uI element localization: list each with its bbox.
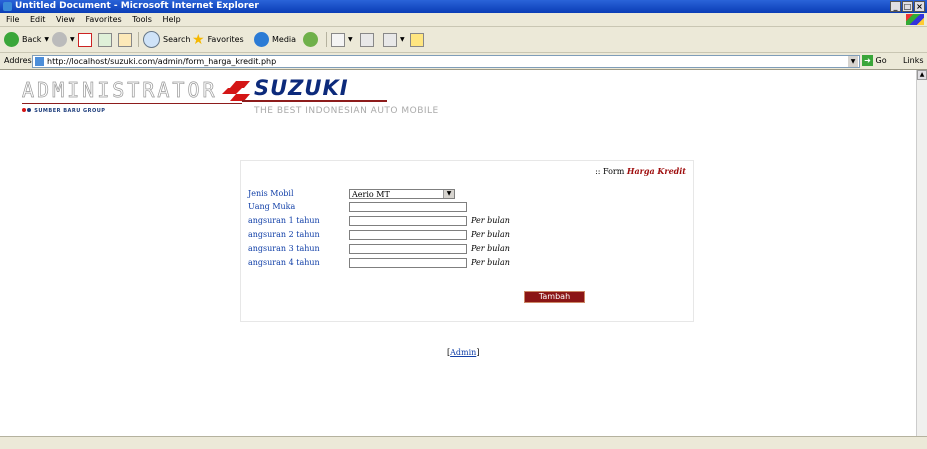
header-line-accent xyxy=(242,100,387,102)
harga-kredit-form: :: Form Harga Kredit Jenis Mobil Aerio M… xyxy=(240,160,694,322)
favorites-label: Favorites xyxy=(207,35,244,44)
form-row: Jenis Mobil Aerio MT ▼ xyxy=(248,188,688,200)
menu-view[interactable]: View xyxy=(56,15,75,24)
search-icon xyxy=(143,31,160,48)
form-header: :: Form Harga Kredit xyxy=(595,166,686,176)
field-label: angsuran 3 tahun xyxy=(248,244,320,253)
form-row: angsuran 4 tahun Per bulan xyxy=(248,257,688,269)
search-button[interactable]: Search xyxy=(143,31,190,48)
status-bar xyxy=(0,436,927,449)
admin-link[interactable]: Admin xyxy=(450,348,476,357)
stop-icon[interactable] xyxy=(78,32,92,47)
admin-bracket-close: ] xyxy=(476,348,480,357)
header-line xyxy=(22,103,242,104)
history-icon[interactable] xyxy=(303,32,318,47)
links-button[interactable]: Links xyxy=(903,53,924,69)
toolbar-separator xyxy=(138,32,139,47)
address-url: http://localhost/suzuki.com/admin/form_h… xyxy=(47,57,277,66)
tagline: THE BEST INDONESIAN AUTO MOBILE xyxy=(254,106,439,116)
group-logo: SUMBER BARU GROUP xyxy=(22,108,105,114)
media-icon xyxy=(254,32,269,47)
edit-dropdown-icon: ▼ xyxy=(400,36,405,43)
refresh-icon[interactable] xyxy=(98,32,112,47)
back-button[interactable]: Back ▼ xyxy=(4,31,49,48)
forward-dropdown-icon: ▼ xyxy=(70,36,75,43)
angsuran-3-input[interactable] xyxy=(349,244,467,254)
forward-button[interactable]: ▼ xyxy=(52,31,75,48)
jenis-mobil-select[interactable]: Aerio MT ▼ xyxy=(349,189,455,199)
scroll-up-icon[interactable]: ▲ xyxy=(917,70,927,80)
per-bulan-label: Per bulan xyxy=(471,244,510,253)
field-label: Uang Muka xyxy=(248,202,296,211)
suzuki-brand: SUZUKI xyxy=(254,76,349,100)
field-label: angsuran 4 tahun xyxy=(248,258,320,267)
favorites-button[interactable]: ★ Favorites xyxy=(192,31,244,48)
mail-icon[interactable] xyxy=(331,32,345,47)
go-arrow-icon: ➜ xyxy=(862,55,873,66)
mail-dropdown-icon: ▼ xyxy=(348,36,353,43)
chevron-down-icon: ▼ xyxy=(443,190,454,198)
window-title: Untitled Document - Microsoft Internet E… xyxy=(15,1,259,11)
field-label: angsuran 2 tahun xyxy=(248,230,320,239)
search-label: Search xyxy=(163,35,191,44)
folder-icon[interactable] xyxy=(410,32,424,47)
media-label: Media xyxy=(272,35,297,44)
page-content: ADMINISTRATOR SUZUKI SUMBER BARU GROUP T… xyxy=(0,70,917,436)
address-bar: Address http://localhost/suzuki.com/admi… xyxy=(0,53,927,70)
edit-icon[interactable] xyxy=(383,32,397,47)
menu-tools[interactable]: Tools xyxy=(132,15,152,24)
menu-help[interactable]: Help xyxy=(162,15,180,24)
print-icon[interactable] xyxy=(360,32,374,47)
address-dropdown-icon[interactable]: ▼ xyxy=(848,56,858,67)
window-titlebar: Untitled Document - Microsoft Internet E… xyxy=(0,0,927,13)
angsuran-2-input[interactable] xyxy=(349,230,467,240)
field-label: angsuran 1 tahun xyxy=(248,216,320,225)
go-button[interactable]: ➜ Go xyxy=(862,55,887,66)
per-bulan-label: Per bulan xyxy=(471,216,510,225)
group-dot-icon xyxy=(27,108,31,112)
uang-muka-input[interactable] xyxy=(349,202,467,212)
form-row: angsuran 1 tahun Per bulan xyxy=(248,215,688,227)
menu-edit[interactable]: Edit xyxy=(30,15,46,24)
favorites-star-icon: ★ xyxy=(192,31,205,48)
form-row: angsuran 2 tahun Per bulan xyxy=(248,229,688,241)
menu-file[interactable]: File xyxy=(6,15,19,24)
menu-favorites[interactable]: Favorites xyxy=(86,15,122,24)
form-row: Uang Muka xyxy=(248,201,688,213)
tambah-button[interactable]: Tambah xyxy=(524,291,585,303)
form-row: angsuran 3 tahun Per bulan xyxy=(248,243,688,255)
admin-link-wrapper: [Admin] xyxy=(447,348,479,357)
suzuki-s-logo-icon xyxy=(222,81,250,101)
admin-logo: ADMINISTRATOR xyxy=(22,78,218,103)
per-bulan-label: Per bulan xyxy=(471,230,510,239)
media-button[interactable]: Media xyxy=(254,31,296,48)
jenis-mobil-value: Aerio MT xyxy=(352,190,390,199)
forward-arrow-icon xyxy=(52,32,67,47)
group-name: SUMBER BARU GROUP xyxy=(34,108,106,114)
angsuran-4-input[interactable] xyxy=(349,258,467,268)
close-button[interactable]: × xyxy=(914,1,925,12)
group-dot-icon xyxy=(22,108,26,112)
back-dropdown-icon: ▼ xyxy=(44,36,50,43)
vertical-scrollbar[interactable]: ▲ xyxy=(916,70,927,436)
windows-flag-icon xyxy=(906,14,924,25)
maximize-button[interactable]: □ xyxy=(902,1,913,12)
minimize-button[interactable]: _ xyxy=(890,1,901,12)
home-icon[interactable] xyxy=(118,32,132,47)
menubar: File Edit View Favorites Tools Help xyxy=(0,13,927,27)
back-arrow-icon xyxy=(4,32,19,47)
back-label: Back xyxy=(22,35,42,44)
per-bulan-label: Per bulan xyxy=(471,258,510,267)
toolbar: Back ▼ ▼ Search ★ Favorites Media ▼ ▼ xyxy=(0,27,927,53)
page-icon xyxy=(35,57,44,66)
angsuran-1-input[interactable] xyxy=(349,216,467,226)
toolbar-separator xyxy=(326,32,327,47)
address-input[interactable]: http://localhost/suzuki.com/admin/form_h… xyxy=(32,55,860,68)
form-header-prefix: :: Form xyxy=(595,167,625,176)
go-label: Go xyxy=(875,56,887,65)
field-label: Jenis Mobil xyxy=(248,189,294,198)
ie-icon xyxy=(3,2,12,11)
form-header-title: Harga Kredit xyxy=(626,166,686,176)
